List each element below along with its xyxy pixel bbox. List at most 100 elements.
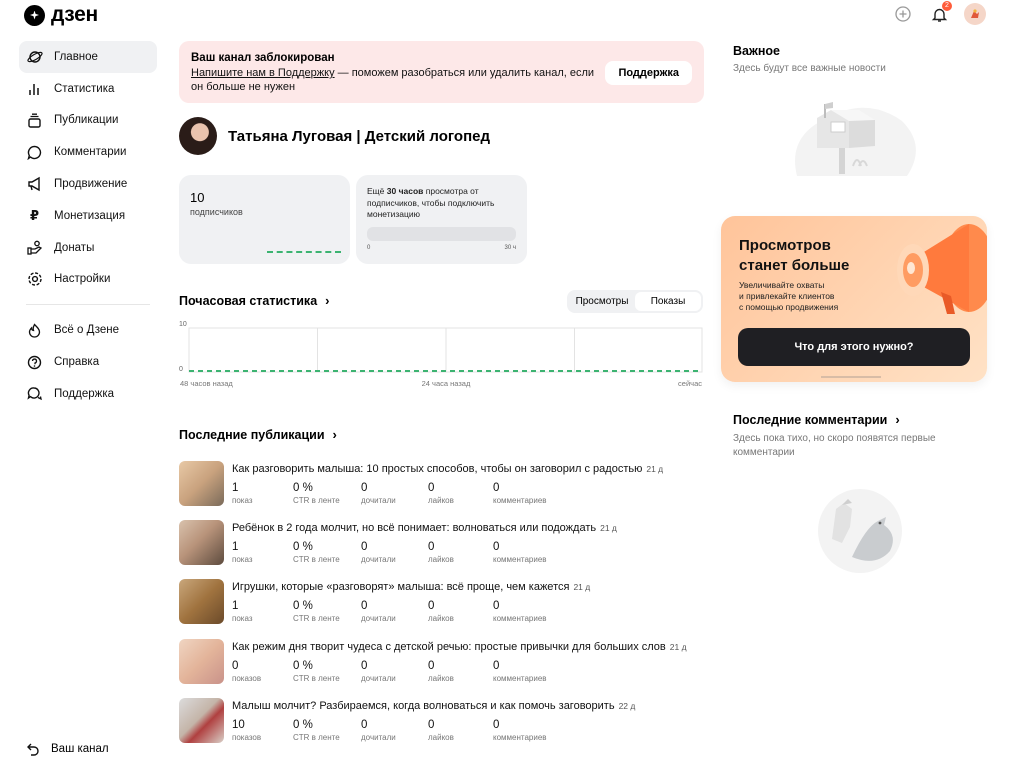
sidebar-item-support[interactable]: Поддержка — [19, 378, 157, 410]
carousel-indicator[interactable] — [821, 376, 881, 378]
publication-title-text: Как разговорить малыша: 10 простых спосо… — [232, 463, 643, 475]
notifications-button[interactable]: 2 — [928, 1, 952, 25]
promo-cta-button[interactable]: Что для этого нужно? — [738, 328, 970, 366]
publication-row[interactable]: Игрушки, которые «разговорят» малыша: вс… — [179, 579, 709, 638]
metric-likes: 0 лайков — [428, 481, 493, 506]
publication-thumbnail[interactable] — [179, 638, 224, 684]
subscribers-sparkline — [267, 251, 341, 253]
subscribers-count: 10 — [190, 190, 205, 205]
sidebar-item-main[interactable]: Главное — [19, 41, 157, 73]
sidebar-item-stats[interactable]: Статистика — [19, 73, 157, 105]
publication-row[interactable]: Как разговорить малыша: 10 простых спосо… — [179, 461, 709, 520]
tab-views[interactable]: Просмотры — [569, 292, 635, 311]
metric-label: комментариев — [493, 496, 547, 505]
publication-thumbnail[interactable] — [179, 461, 224, 506]
publication-title[interactable]: Как режим дня творит чудеса с детской ре… — [232, 641, 687, 653]
sidebar: Главное Статистика Публикации Комментари… — [19, 41, 157, 410]
metric-label: лайков — [428, 555, 454, 565]
metric-likes: 0 лайков — [428, 599, 493, 624]
metric-likes: 0 лайков — [428, 718, 493, 743]
sidebar-item-label: Комментарии — [54, 146, 127, 159]
metric-likes: 0 лайков — [428, 659, 493, 684]
publication-row[interactable]: Ребёнок в 2 года молчит, но всё понимает… — [179, 520, 709, 579]
latest-publications-link[interactable]: Последние публикации › — [179, 427, 337, 442]
metric-likes: 0 лайков — [428, 540, 493, 565]
chart-y-tick: 0 — [179, 366, 183, 373]
sidebar-item-monetization[interactable]: ₽ Монетизация — [19, 200, 157, 232]
flame-icon — [26, 322, 43, 339]
sidebar-item-comments[interactable]: Комментарии — [19, 136, 157, 168]
channel-blocked-alert: Ваш канал заблокирован Напишите нам в По… — [179, 41, 704, 103]
sidebar-item-label: Справка — [54, 356, 100, 369]
metric-read: 0 дочитали — [361, 718, 428, 743]
hourly-stats-link[interactable]: Почасовая статистика › — [179, 293, 330, 308]
publication-metrics: 1 показ 0 % CTR в ленте 0 дочитали 0 лайков 0 ком… — [232, 599, 573, 624]
publication-row[interactable]: Как режим дня творит чудеса с детской ре… — [179, 638, 709, 698]
chevron-right-icon: › — [325, 293, 330, 308]
metric-value: 0 — [361, 482, 368, 494]
chevron-right-icon: › — [332, 427, 337, 442]
hourly-chart: 10 0 48 часов назад 24 часа назад сейчас — [179, 321, 703, 388]
sidebar-item-about[interactable]: Всё о Дзене — [19, 314, 157, 346]
publication-title-text: Малыш молчит? Разбираемся, когда волнова… — [232, 699, 615, 712]
tab-impressions[interactable]: Показы — [635, 292, 701, 311]
publication-thumbnail[interactable] — [179, 579, 224, 625]
publication-metrics: 1 показ 0 % CTR в ленте 0 дочитали 0 лайков 0 ком… — [232, 540, 573, 565]
add-button[interactable] — [892, 3, 914, 25]
metric-ctr: 0 % CTR в ленте — [293, 481, 361, 506]
metric-label: дочитали — [361, 614, 396, 624]
metric-read: 0 дочитали — [361, 599, 428, 624]
monetization-card[interactable]: Ещё 30 часов просмотра от подписчиков, ч… — [356, 175, 527, 264]
metric-value: 0 — [493, 718, 500, 731]
publication-thumbnail[interactable] — [179, 697, 224, 743]
chevron-right-icon: › — [895, 412, 900, 427]
add-icon — [895, 6, 911, 22]
metric-value: 0 — [361, 659, 368, 672]
sidebar-item-settings[interactable]: Настройки — [19, 264, 157, 296]
metric-label: CTR в ленте — [293, 496, 340, 505]
channel-avatar[interactable] — [179, 117, 217, 155]
dzen-logo[interactable]: дзен — [24, 3, 98, 27]
metric-label: показ — [232, 555, 253, 565]
gear-icon — [26, 271, 43, 288]
metric-value: 0 % — [293, 482, 313, 494]
mailbox-illustration — [795, 102, 916, 176]
chart-x-tick: сейчас — [678, 379, 702, 388]
metric-label: дочитали — [361, 496, 396, 505]
birds-illustration — [818, 489, 902, 573]
promotion-banner[interactable]: Просмотров станет больше Увеличивайте ох… — [721, 216, 987, 382]
latest-comments-link[interactable]: Последние комментарии › — [733, 412, 900, 427]
user-avatar[interactable] — [964, 3, 986, 25]
sidebar-item-label: Монетизация — [54, 209, 126, 222]
metric-value: 0 — [493, 482, 500, 494]
publication-title[interactable]: Как разговорить малыша: 10 простых спосо… — [232, 463, 663, 475]
back-arrow-icon — [27, 743, 39, 756]
support-button[interactable]: Поддержка — [605, 61, 692, 85]
publication-title[interactable]: Ребёнок в 2 года молчит, но всё понимает… — [232, 522, 617, 534]
metric-label: комментариев — [493, 732, 547, 742]
sidebar-item-promotion[interactable]: Продвижение — [19, 168, 157, 200]
metric-ctr: 0 % CTR в ленте — [293, 540, 361, 565]
support-link[interactable]: Напишите нам в Поддержку — [191, 67, 335, 79]
metric-value: 0 — [428, 659, 435, 672]
publication-title-text: Игрушки, которые «разговорят» малыша: вс… — [232, 581, 570, 594]
publication-thumbnail[interactable] — [179, 520, 224, 566]
your-channel-link[interactable]: Ваш канал — [26, 742, 109, 756]
metric-ctr: 0 % CTR в ленте — [293, 659, 361, 684]
metric-read: 0 дочитали — [361, 659, 428, 684]
metric-label: дочитали — [361, 673, 396, 683]
sidebar-item-donations[interactable]: Донаты — [19, 232, 157, 264]
publication-row[interactable]: Малыш молчит? Разбираемся, когда волнова… — [179, 697, 709, 757]
publication-date: 21 д — [573, 582, 591, 593]
promo-text: Увеличивайте охваты и привлекайте клиент… — [739, 280, 838, 313]
publication-title[interactable]: Игрушки, которые «разговорят» малыша: вс… — [232, 581, 590, 593]
sidebar-item-help[interactable]: Справка — [19, 346, 157, 378]
promo-title-line1: Просмотров — [739, 237, 831, 254]
subscribers-card[interactable]: 10 подписчиков — [179, 175, 350, 264]
monetization-scale: 0 30 ч — [367, 245, 516, 251]
sidebar-item-publications[interactable]: Публикации — [19, 105, 157, 137]
publication-title[interactable]: Малыш молчит? Разбираемся, когда волнова… — [232, 700, 635, 712]
latest-comments-title: Последние комментарии — [733, 412, 888, 427]
chart-y-tick: 10 — [179, 321, 187, 328]
metric-comments: 0 комментариев — [493, 659, 573, 684]
